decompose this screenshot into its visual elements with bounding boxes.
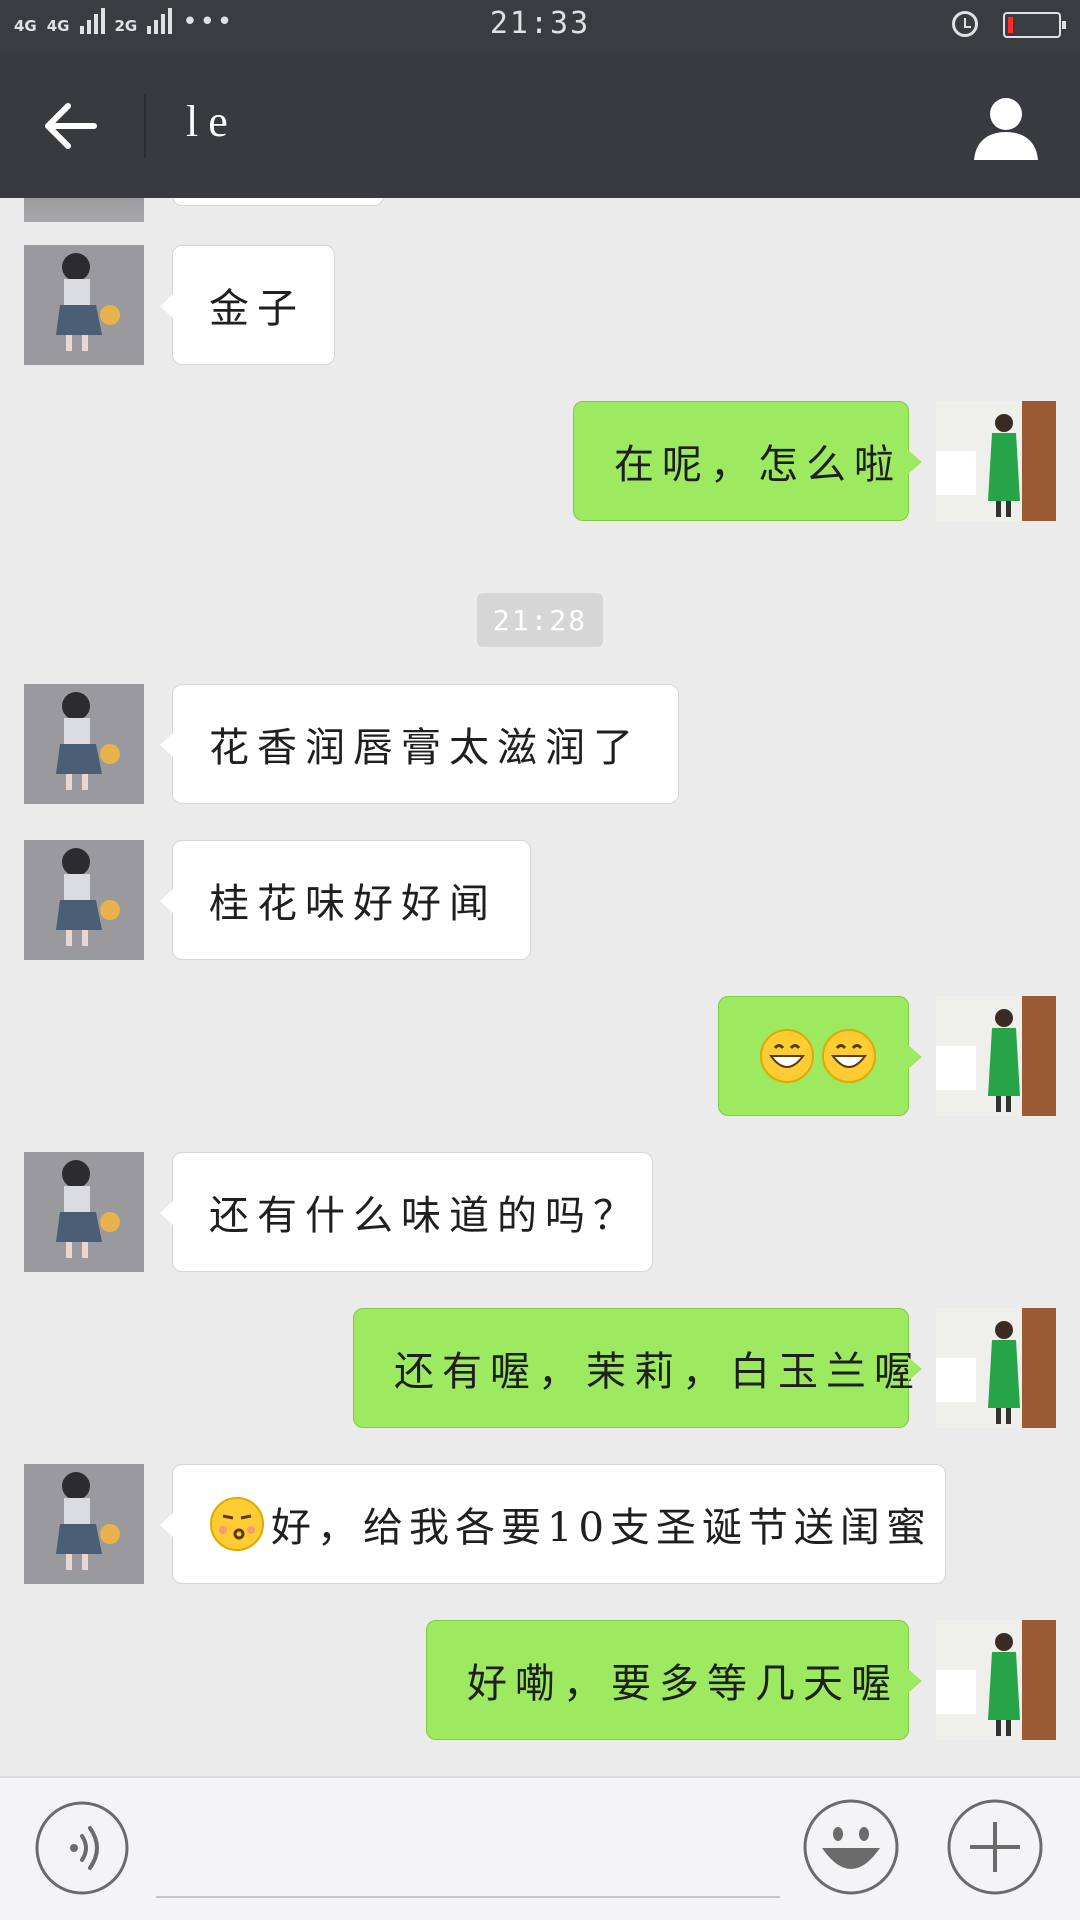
woman-photo [936,401,1056,521]
battery-level [1008,17,1013,33]
woman-photo [936,1620,1056,1740]
person-icon [974,98,1038,160]
girl-photo [24,1464,144,1584]
message-text: 金子 [209,286,305,332]
voice-icon [35,1801,129,1895]
message-bubble-out[interactable] [718,996,922,1116]
chat-header: le [0,54,1080,198]
girl-photo [24,245,144,365]
back-button[interactable] [40,94,104,158]
contact-avatar[interactable] [24,198,144,222]
message-bubble-in[interactable]: 还有什么味道的吗？ [160,1152,653,1272]
emoji-button[interactable] [802,1798,900,1896]
contact-avatar[interactable] [24,245,144,365]
my-avatar[interactable] [936,1308,1056,1428]
contact-avatar[interactable] [24,1152,144,1272]
message-bubble-out[interactable]: 好嘞，要多等几天喔 [426,1620,922,1740]
message-list[interactable]: 金子 在呢，怎么啦 21:28 花香润唇膏太滋润了 桂花味好好闻 还有什么味道的… [0,198,1080,1776]
message-text: 还有什么味道的吗？ [209,1193,641,1239]
battery-icon [1003,12,1066,38]
header-divider [144,94,146,158]
message-bubble-in[interactable]: 好，给我各要10支圣诞节送闺蜜 [160,1464,946,1584]
message-text: 好嘞，要多等几天喔 [467,1661,899,1707]
status-bar: 4G 4G 2G ••• 21:33 [0,0,1080,54]
my-avatar[interactable] [936,1620,1056,1740]
message-bubble-in[interactable]: 桂花味好好闻 [160,840,531,960]
message-text: 好，给我各要10支圣诞节送闺蜜 [271,1505,932,1551]
grinning-face-icon [822,1029,876,1083]
input-bar [0,1776,1080,1920]
chat-info-button[interactable] [972,94,1040,162]
my-avatar[interactable] [936,401,1056,521]
message-text: 还有喔，茉莉，白玉兰喔 [394,1349,922,1395]
message-text: 桂花味好好闻 [209,881,497,927]
contact-avatar[interactable] [24,1464,144,1584]
girl-photo [24,840,144,960]
message-bubble-in[interactable]: 花香润唇膏太滋润了 [160,684,679,804]
woman-photo [936,1308,1056,1428]
woman-photo [936,996,1056,1116]
message-bubble-in[interactable] [172,198,384,206]
contact-avatar[interactable] [24,684,144,804]
message-input[interactable] [156,1896,780,1898]
grinning-face-icon [760,1029,814,1083]
arrow-left-icon [45,103,97,149]
smiley-icon [803,1799,899,1895]
timestamp-divider: 21:28 [477,593,603,647]
my-avatar[interactable] [936,996,1056,1116]
message-bubble-out[interactable]: 在呢，怎么啦 [573,401,922,521]
alarm-icon [952,11,978,37]
contact-avatar[interactable] [24,840,144,960]
girl-photo [24,684,144,804]
message-text: 花香润唇膏太滋润了 [209,725,641,771]
more-button[interactable] [946,1798,1044,1896]
plus-icon [947,1799,1043,1895]
kissing-face-icon [210,1497,264,1551]
voice-button[interactable] [34,1800,130,1896]
girl-photo [24,1152,144,1272]
message-text: 在呢，怎么啦 [614,442,902,488]
chat-title: le [186,97,238,146]
status-time: 21:33 [489,6,591,41]
message-bubble-out[interactable]: 还有喔，茉莉，白玉兰喔 [353,1308,922,1428]
message-bubble-in[interactable]: 金子 [160,245,335,365]
